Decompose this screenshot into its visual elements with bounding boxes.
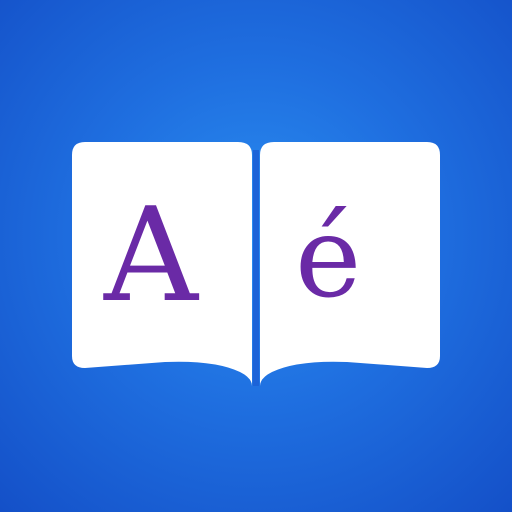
app-icon: A é [0, 0, 512, 512]
book-spine [253, 150, 259, 386]
open-book-icon [72, 142, 440, 386]
letter-e-acute-glyph: é [295, 193, 362, 323]
letter-a-glyph: A [104, 179, 198, 331]
